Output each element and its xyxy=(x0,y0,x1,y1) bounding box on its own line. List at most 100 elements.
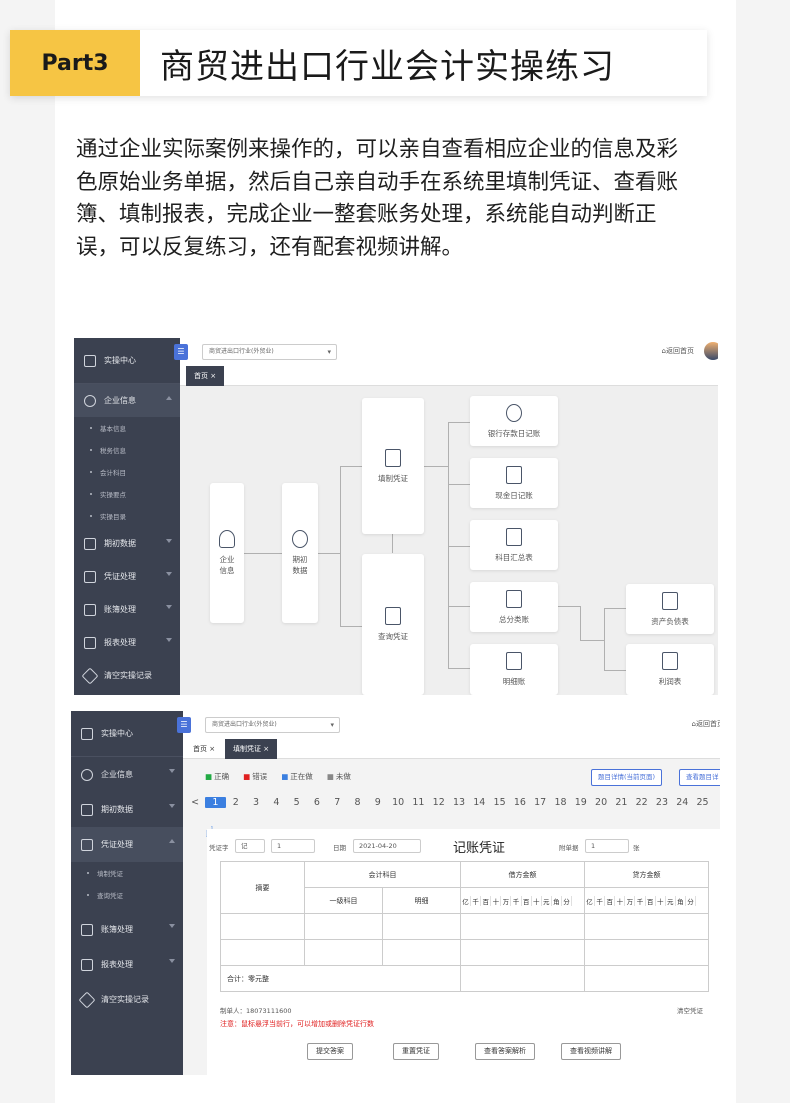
pager-page[interactable]: 14 xyxy=(469,797,489,808)
pager-page[interactable]: 16 xyxy=(510,797,530,808)
submit-answer-button[interactable]: 提交答案 xyxy=(307,1043,353,1060)
sidebar-sub-accounts[interactable]: 会计科目 xyxy=(74,461,180,483)
flow-node-profit[interactable]: 利润表 xyxy=(626,644,714,695)
detail-cell[interactable] xyxy=(382,913,461,940)
view-question-button[interactable]: 查看题目详 xyxy=(679,769,720,786)
pager-page[interactable]: 4 xyxy=(266,797,286,808)
voucher-title: 记账凭证 xyxy=(453,841,506,856)
sidebar: 实操中心 企业信息 期初数据 凭证处理 填制凭证 查询凭证 账簿处理 报表处理 … xyxy=(71,711,183,1075)
avatar[interactable] xyxy=(704,342,718,360)
flow-node-general-ledger[interactable]: 总分类账 xyxy=(470,582,558,632)
home-link[interactable]: ⌂返回首页 xyxy=(692,719,720,729)
pager-page[interactable]: 10 xyxy=(388,797,408,808)
bar-chart-icon xyxy=(81,803,93,816)
detail-cell[interactable] xyxy=(382,939,461,966)
sidebar-item-report[interactable]: 报表处理 xyxy=(74,626,180,659)
tab-fill-voucher[interactable]: 填制凭证 × xyxy=(225,739,278,759)
sidebar-sub-catalog[interactable]: 实操目录 xyxy=(74,505,180,527)
pager-page[interactable]: 5 xyxy=(286,797,306,808)
flow-node-company[interactable]: 企业 信息 xyxy=(210,483,244,623)
pager-page[interactable]: 21 xyxy=(611,797,631,808)
question-detail-button[interactable]: 题目详情(当前页面) xyxy=(591,769,663,786)
credit-cell[interactable] xyxy=(584,913,709,940)
pager-page[interactable]: 2 xyxy=(226,797,246,808)
pager-page[interactable]: 7 xyxy=(327,797,347,808)
sidebar-item-company-info[interactable]: 企业信息 xyxy=(74,384,180,417)
pager-page[interactable]: 12 xyxy=(429,797,449,808)
level1-cell[interactable] xyxy=(304,939,383,966)
sidebar-item-clear[interactable]: 清空实操记录 xyxy=(74,659,180,692)
sidebar-item-voucher[interactable]: 凭证处理 xyxy=(74,560,180,593)
pager-page[interactable]: 6 xyxy=(307,797,327,808)
chevron-down-icon xyxy=(169,769,175,773)
sidebar-sub-query-voucher[interactable]: 查询凭证 xyxy=(71,884,183,906)
pager-page[interactable]: 11 xyxy=(408,797,428,808)
company-select[interactable]: 商贸进出口行业(外贸业) xyxy=(202,344,337,360)
section-title: 商贸进出口行业会计实操练习 xyxy=(160,46,615,87)
tab-home[interactable]: 首页 × xyxy=(185,739,223,759)
sidebar-item-opening[interactable]: 期初数据 xyxy=(74,527,180,560)
sidebar-item-ledger[interactable]: 账簿处理 xyxy=(71,912,183,947)
flow-node-balance-sheet[interactable]: 资产负债表 xyxy=(626,584,714,634)
home-link[interactable]: ⌂返回首页 xyxy=(662,346,694,356)
flow-node-query-voucher[interactable]: 查询凭证 xyxy=(362,554,424,695)
pager-page[interactable]: 1 xyxy=(205,797,226,808)
level1-cell[interactable] xyxy=(304,913,383,940)
sidebar-sub-fill-voucher[interactable]: 填制凭证 xyxy=(71,862,183,884)
summary-cell[interactable] xyxy=(220,939,305,966)
summary-cell[interactable] xyxy=(220,913,305,940)
debit-cell[interactable] xyxy=(460,913,585,940)
menu-collapse-icon[interactable]: ☰ xyxy=(174,344,188,360)
pager-page[interactable]: 13 xyxy=(449,797,469,808)
date-input[interactable]: 2021-04-20 xyxy=(353,839,421,853)
sidebar-sub-tax[interactable]: 税务信息 xyxy=(74,439,180,461)
col-summary: 摘要 xyxy=(220,861,305,914)
pager-page[interactable]: 3 xyxy=(246,797,266,808)
layers-icon xyxy=(81,768,93,781)
debit-cell[interactable] xyxy=(460,939,585,966)
flow-node-opening[interactable]: 期初 数据 xyxy=(282,483,318,623)
sidebar-item-practice-center[interactable]: 实操中心 xyxy=(74,338,180,384)
sidebar-item-ledger[interactable]: 账簿处理 xyxy=(74,593,180,626)
pager-page[interactable]: 24 xyxy=(672,797,692,808)
broom-icon xyxy=(78,991,96,1008)
sidebar-item-report[interactable]: 报表处理 xyxy=(71,947,183,982)
clear-voucher-link[interactable]: 清空凭证 xyxy=(677,1005,703,1015)
chart-icon xyxy=(81,727,93,740)
pager-page[interactable]: 22 xyxy=(632,797,652,808)
flow-node-bank-journal[interactable]: 银行存款日记账 xyxy=(470,396,558,446)
digit-header: 十 xyxy=(656,895,666,906)
pager-page[interactable]: 23 xyxy=(652,797,672,808)
flow-node-fill-voucher[interactable]: 填制凭证 xyxy=(362,398,424,534)
pager-prev-icon[interactable]: < xyxy=(185,797,205,808)
reset-voucher-button[interactable]: 重置凭证 xyxy=(393,1043,439,1060)
voucher-number-stepper[interactable]: 1 xyxy=(271,839,315,853)
flow-node-summary[interactable]: 科目汇总表 xyxy=(470,520,558,570)
sidebar-item-company-info[interactable]: 企业信息 xyxy=(71,757,183,792)
pager-page[interactable]: 17 xyxy=(530,797,550,808)
sidebar-item-practice-center[interactable]: 实操中心 xyxy=(71,711,183,757)
sidebar-item-opening[interactable]: 期初数据 xyxy=(71,792,183,827)
company-select[interactable]: 商贸进出口行业(外贸业) xyxy=(205,717,340,733)
view-answer-button[interactable]: 查看答案解析 xyxy=(475,1043,535,1060)
menu-collapse-icon[interactable]: ☰ xyxy=(177,717,191,733)
flow-node-detail-ledger[interactable]: 明细账 xyxy=(470,644,558,695)
credit-cell[interactable] xyxy=(584,939,709,966)
sidebar-sub-basic[interactable]: 基本信息 xyxy=(74,417,180,439)
pager-page[interactable]: 20 xyxy=(591,797,611,808)
pager-page[interactable]: 15 xyxy=(489,797,509,808)
sidebar-item-voucher[interactable]: 凭证处理 xyxy=(71,827,183,862)
tab-home[interactable]: 首页 × xyxy=(186,366,225,386)
sidebar-sub-points[interactable]: 实操要点 xyxy=(74,483,180,505)
sidebar-item-clear[interactable]: 清空实操记录 xyxy=(71,982,183,1017)
chevron-down-icon xyxy=(166,539,172,543)
pager-page[interactable]: 18 xyxy=(550,797,570,808)
pager-page[interactable]: 19 xyxy=(571,797,591,808)
view-video-button[interactable]: 查看视频讲解 xyxy=(561,1043,621,1060)
attach-count-stepper[interactable]: 1 xyxy=(585,839,629,853)
pager-page[interactable]: 8 xyxy=(347,797,367,808)
voucher-word-select[interactable]: 记 xyxy=(235,839,265,853)
pager-page[interactable]: 9 xyxy=(368,797,388,808)
flow-node-cash-journal[interactable]: 现金日记账 xyxy=(470,458,558,508)
pager-page[interactable]: 25 xyxy=(692,797,712,808)
